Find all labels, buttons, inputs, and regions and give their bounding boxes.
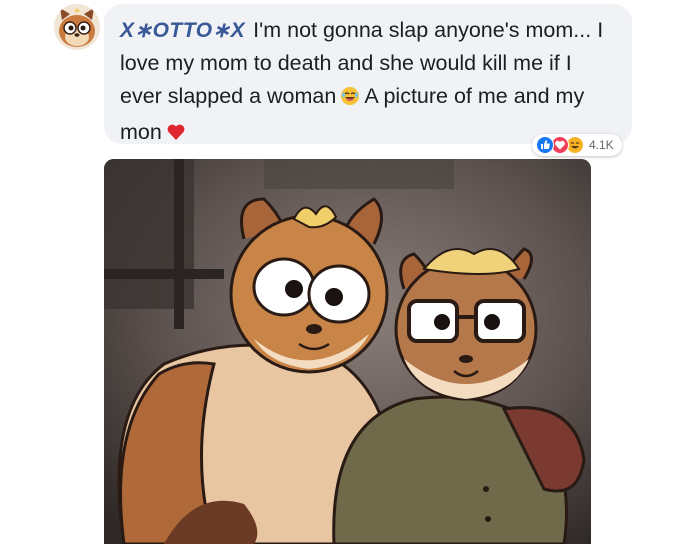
reaction-count: 4.1K bbox=[589, 138, 614, 152]
reactions-summary[interactable]: 4.1K bbox=[532, 134, 622, 156]
comment-author-name[interactable]: X∗OTTO∗X bbox=[120, 19, 245, 42]
like-icon bbox=[536, 136, 554, 154]
heart-emoji-icon bbox=[166, 119, 186, 152]
comment-bubble: X∗OTTO∗X I'm not gonna slap anyone's mom.… bbox=[104, 4, 632, 144]
raccoon-avatar-icon bbox=[54, 4, 100, 50]
commenter-avatar[interactable] bbox=[54, 4, 100, 50]
attached-photo[interactable] bbox=[104, 159, 591, 544]
raccoon-illustration-icon bbox=[104, 159, 591, 544]
laughing-emoji-icon bbox=[340, 83, 360, 116]
